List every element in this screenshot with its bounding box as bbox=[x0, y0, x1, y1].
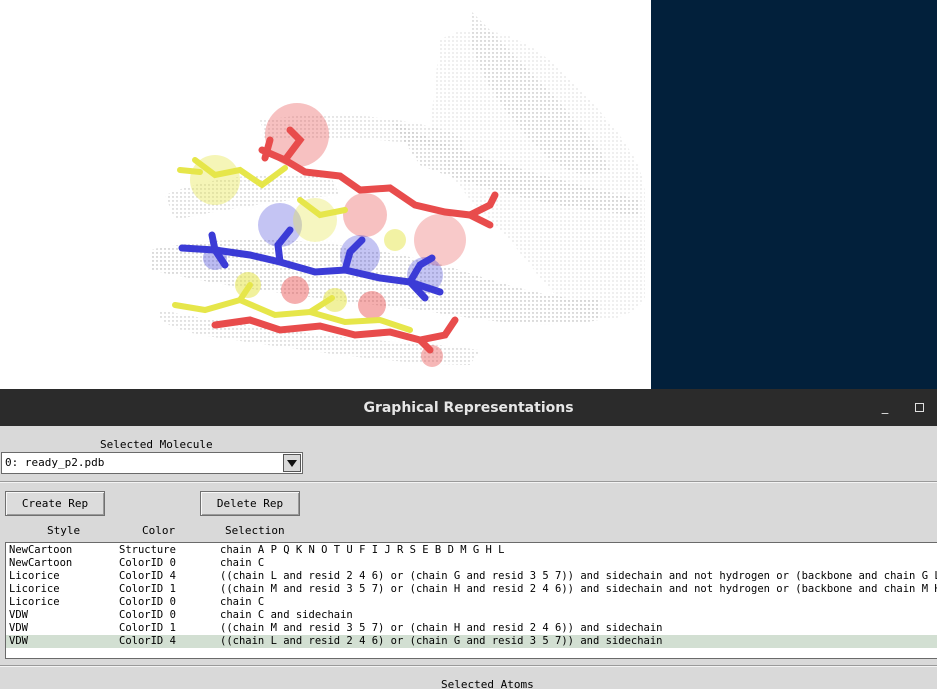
rep-color: ColorID 4 bbox=[119, 635, 176, 647]
rep-style: NewCartoon bbox=[9, 544, 73, 556]
rep-color: Structure bbox=[119, 544, 176, 556]
rep-row[interactable]: NewCartoon Structure chain A P Q K N O T… bbox=[6, 544, 937, 557]
rep-color: ColorID 0 bbox=[119, 609, 176, 621]
rep-style: VDW bbox=[9, 609, 28, 621]
rep-selection: ((chain L and resid 2 4 6) or (chain G a… bbox=[220, 635, 663, 647]
molecule-viewport[interactable] bbox=[0, 0, 937, 389]
rep-row[interactable]: Licorice ColorID 0 chain C bbox=[6, 596, 937, 609]
rep-color: ColorID 4 bbox=[119, 570, 176, 582]
column-header-color: Color bbox=[142, 524, 176, 537]
rep-style: Licorice bbox=[9, 583, 60, 595]
divider bbox=[0, 481, 937, 483]
rep-selection: ((chain M and resid 3 5 7) or (chain H a… bbox=[220, 583, 937, 595]
rep-row[interactable]: VDW ColorID 0 chain C and sidechain bbox=[6, 609, 937, 622]
window-title: Graphical Representations bbox=[363, 400, 574, 416]
rep-color: ColorID 0 bbox=[119, 596, 176, 608]
rep-style: VDW bbox=[9, 635, 28, 647]
rep-style: Licorice bbox=[9, 596, 60, 608]
rep-selection: chain C and sidechain bbox=[220, 609, 353, 621]
rep-list[interactable]: NewCartoon Structure chain A P Q K N O T… bbox=[5, 542, 937, 659]
window-titlebar[interactable]: Graphical Representations _ bbox=[0, 389, 937, 426]
selected-atoms-label: Selected Atoms bbox=[441, 678, 534, 689]
rep-style: Licorice bbox=[9, 570, 60, 582]
divider bbox=[0, 665, 937, 667]
rep-color: ColorID 1 bbox=[119, 622, 176, 634]
molecule-select[interactable]: 0: ready_p2.pdb bbox=[1, 452, 303, 474]
rep-row-selected[interactable]: VDW ColorID 4 ((chain L and resid 2 4 6)… bbox=[6, 635, 937, 648]
graphical-representations-window: Graphical Representations _ Selected Mol… bbox=[0, 389, 937, 689]
rep-color: ColorID 1 bbox=[119, 583, 176, 595]
rep-color: ColorID 0 bbox=[119, 557, 176, 569]
rep-selection: ((chain L and resid 2 4 6) or (chain G a… bbox=[220, 570, 937, 582]
create-rep-button[interactable]: Create Rep bbox=[5, 491, 105, 516]
column-header-selection: Selection bbox=[225, 524, 285, 537]
chevron-down-icon[interactable] bbox=[283, 454, 301, 472]
display-background bbox=[651, 0, 937, 389]
maximize-icon[interactable] bbox=[911, 399, 929, 417]
rep-selection: chain A P Q K N O T U F I J R S E B D M … bbox=[220, 544, 505, 556]
rep-row[interactable]: Licorice ColorID 1 ((chain M and resid 3… bbox=[6, 583, 937, 596]
rep-selection: chain C bbox=[220, 596, 265, 608]
delete-rep-button[interactable]: Delete Rep bbox=[200, 491, 300, 516]
rep-row[interactable]: NewCartoon ColorID 0 chain C bbox=[6, 557, 937, 570]
rep-selection: ((chain M and resid 3 5 7) or (chain H a… bbox=[220, 622, 663, 634]
minimize-icon[interactable]: _ bbox=[876, 399, 894, 417]
selected-molecule-label: Selected Molecule bbox=[100, 438, 213, 451]
molecule-select-value: 0: ready_p2.pdb bbox=[5, 456, 105, 469]
column-header-style: Style bbox=[47, 524, 81, 537]
rep-style: NewCartoon bbox=[9, 557, 73, 569]
rep-selection: chain C bbox=[220, 557, 265, 569]
rep-style: VDW bbox=[9, 622, 28, 634]
rep-row[interactable]: VDW ColorID 1 ((chain M and resid 3 5 7)… bbox=[6, 622, 937, 635]
molecule-render bbox=[150, 10, 645, 367]
rep-row[interactable]: Licorice ColorID 4 ((chain L and resid 2… bbox=[6, 570, 937, 583]
